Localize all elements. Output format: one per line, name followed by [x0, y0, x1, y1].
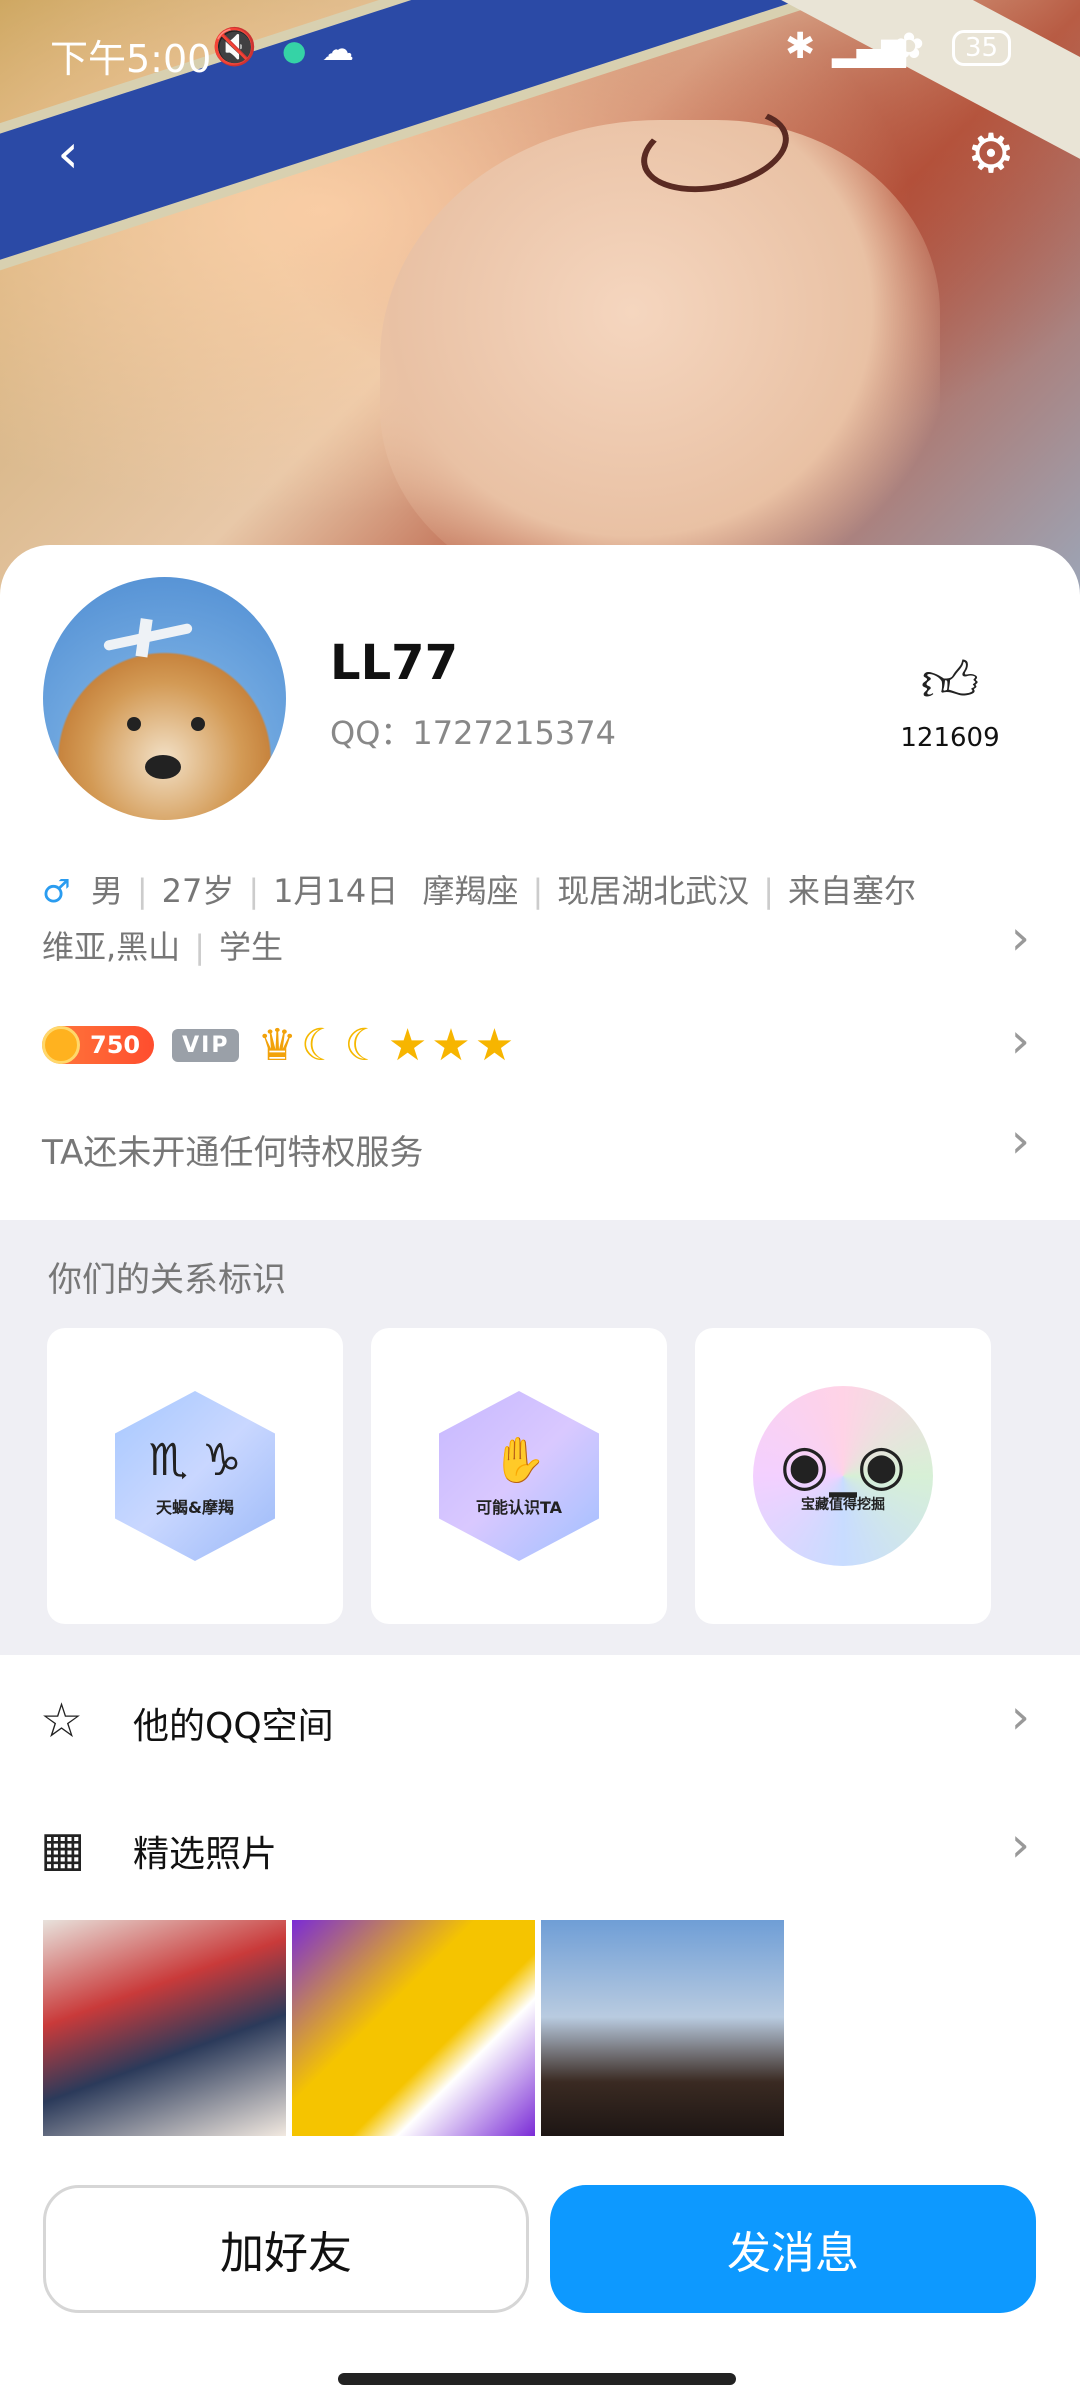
chevron-right-icon: › — [1010, 1689, 1030, 1745]
residence: 现居湖北武汉 — [557, 872, 750, 910]
settings-button[interactable]: ⚙ — [956, 118, 1026, 188]
male-icon: ♂ — [42, 872, 71, 910]
moon-icon: ☾ — [344, 1019, 384, 1071]
relationship-section: 你们的关系标识 ♏ ♑ 天蝎&摩羯 ✋ 可能认识TA ◉_◉ 宝藏值得挖掘 — [0, 1220, 1080, 1655]
photos-label: 精选照片 — [133, 1834, 278, 1875]
avatar-decoration — [191, 717, 205, 731]
qq-number[interactable]: QQ：1727215374 — [330, 708, 616, 754]
divider: | — [194, 928, 205, 966]
status-time: 下午5:00 — [50, 37, 212, 81]
badge-label: 天蝎&摩羯 — [156, 1497, 234, 1517]
age: 27岁 — [161, 872, 235, 910]
zodiac-icon: ♏ ♑ — [148, 1434, 242, 1486]
hand-icon: ✋ — [491, 1435, 547, 1486]
add-friend-button[interactable]: 加好友 — [43, 2185, 529, 2313]
chevron-right-icon: › — [1010, 1817, 1030, 1873]
cloud-icon: ☁ — [322, 30, 354, 68]
like-button[interactable]: 👍︎ 121609 — [880, 650, 1020, 754]
profile-info[interactable]: ♂ 男 | 27岁 | 1月14日 摩羯座 | 现居湖北武汉 | 来自塞尔维亚,黑山 | 学生 — [42, 863, 942, 975]
know-badge: ✋ 可能认识TA — [439, 1391, 599, 1561]
gear-icon: ⚙ — [966, 121, 1016, 185]
divider: | — [532, 872, 544, 910]
battery-icon: 35 — [952, 30, 1012, 66]
photo-thumbnail[interactable] — [43, 1920, 286, 2136]
grid-icon: ▦ — [40, 1821, 86, 1877]
dot-icon: ● — [282, 34, 307, 67]
treasure-badge: ◉_◉ 宝藏值得挖掘 — [753, 1386, 933, 1566]
qzone-row[interactable]: ☆ 他的QQ空间 › — [0, 1675, 1080, 1765]
moon-icon: ☾ — [300, 1019, 341, 1071]
avatar[interactable] — [43, 577, 286, 820]
hotspot-icon: ✿ — [894, 26, 925, 67]
photos-row[interactable]: ▦ 精选照片 › — [0, 1803, 1080, 1893]
star-icon: ★ — [387, 1019, 428, 1071]
zodiac: 摩羯座 — [422, 872, 519, 910]
avatar-decoration — [145, 755, 181, 779]
chevron-right-icon[interactable]: › — [1011, 910, 1030, 966]
star-icon: ★ — [474, 1019, 515, 1071]
relationship-card[interactable]: ◉_◉ 宝藏值得挖掘 — [695, 1328, 991, 1624]
divider: | — [763, 872, 775, 910]
photo-thumbnail[interactable] — [292, 1920, 535, 2136]
birthday: 1月14日 — [273, 872, 399, 910]
bluetooth-icon: ✱ — [785, 26, 816, 67]
battery-level: 35 — [965, 33, 999, 63]
chevron-right-icon[interactable]: › — [1011, 1113, 1030, 1169]
star-outline-icon: ☆ — [40, 1693, 84, 1749]
crown-icon: ♛ — [257, 1019, 297, 1071]
level-badges[interactable]: 750 VIP ♛ ☾ ☾ ★ ★ ★ — [42, 1015, 514, 1075]
zodiac-badge: ♏ ♑ 天蝎&摩羯 — [115, 1391, 275, 1561]
coin-value: 750 — [90, 1031, 141, 1059]
status-bar: 下午5:00 🔇 ● ☁ ✱ ▂▄▆ ✿ 35 — [0, 0, 1080, 100]
level-icons: ♛ ☾ ☾ ★ ★ ★ — [257, 1020, 514, 1071]
star-icon: ★ — [431, 1019, 471, 1071]
coin-icon — [42, 1026, 80, 1064]
nickname: LL77 — [330, 635, 458, 691]
profile-card: LL77 QQ：1727215374 👍︎ 121609 ♂ 男 | 27岁 | 1月1… — [0, 545, 1080, 2400]
photo-strip — [43, 1920, 784, 2136]
chevron-right-icon[interactable]: › — [1011, 1013, 1030, 1069]
send-message-button[interactable]: 发消息 — [550, 2185, 1036, 2313]
cover-decoration — [380, 120, 940, 600]
back-button[interactable]: ‹ — [33, 118, 103, 188]
relationship-title: 你们的关系标识 — [48, 1260, 286, 1300]
avatar-decoration — [127, 717, 141, 731]
mute-icon: 🔇 — [212, 27, 257, 68]
relationship-card[interactable]: ♏ ♑ 天蝎&摩羯 — [47, 1328, 343, 1624]
divider: | — [136, 872, 148, 910]
divider: | — [248, 872, 260, 910]
badge-label: 宝藏值得挖掘 — [801, 1497, 885, 1513]
vip-badge: VIP — [172, 1028, 240, 1062]
back-icon: ‹ — [57, 121, 79, 185]
qzone-label: 他的QQ空间 — [133, 1706, 334, 1747]
coin-badge: 750 — [42, 1026, 155, 1064]
gender: 男 — [90, 872, 123, 910]
thumbs-up-icon: 👍︎ — [920, 650, 980, 715]
badge-label: 可能认识TA — [475, 1498, 563, 1517]
privilege-text[interactable]: TA还未开通任何特权服务 — [42, 1125, 423, 1174]
occupation: 学生 — [218, 928, 283, 966]
home-indicator[interactable] — [338, 2373, 736, 2385]
avatar-decoration — [102, 622, 194, 652]
like-count: 121609 — [900, 723, 1000, 753]
face-icon: ◉_◉ — [780, 1433, 906, 1498]
relationship-card[interactable]: ✋ 可能认识TA — [371, 1328, 667, 1624]
photo-thumbnail[interactable] — [541, 1920, 784, 2136]
